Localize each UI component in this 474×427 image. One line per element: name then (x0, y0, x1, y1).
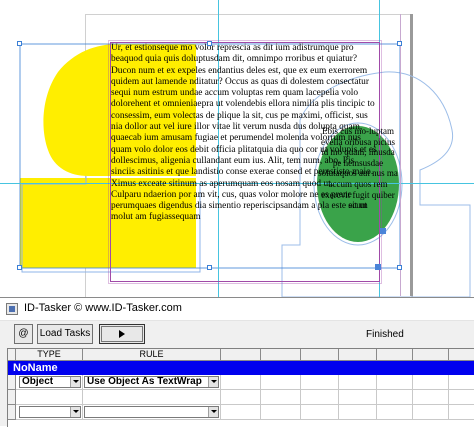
chevron-down-icon[interactable] (208, 377, 218, 387)
selection-handle[interactable] (397, 265, 402, 270)
table-cell[interactable] (221, 375, 261, 390)
chevron-down-icon[interactable] (70, 377, 80, 387)
column-header[interactable] (449, 349, 474, 361)
selection-handle[interactable] (207, 265, 212, 270)
column-header[interactable] (221, 349, 261, 361)
task-grid[interactable]: TYPE RULE NoName Object Use Object As Te… (7, 348, 474, 427)
chevron-down-icon[interactable] (208, 407, 218, 417)
row-header[interactable] (8, 375, 16, 390)
rule-dropdown[interactable] (84, 406, 219, 418)
table-cell[interactable] (449, 405, 474, 420)
table-cell[interactable] (339, 390, 377, 405)
column-header[interactable] (377, 349, 413, 361)
table-cell[interactable] (261, 405, 301, 420)
table-cell[interactable] (301, 390, 339, 405)
table-cell[interactable] (261, 390, 301, 405)
status-text: Finished (366, 329, 404, 340)
table-cell[interactable] (16, 405, 83, 420)
table-cell[interactable]: Object (16, 375, 83, 390)
app-icon (6, 303, 18, 315)
table-cell[interactable] (261, 375, 301, 390)
column-header-rule[interactable]: RULE (83, 349, 221, 361)
table-cell[interactable] (449, 375, 474, 390)
at-button[interactable]: @ (14, 324, 33, 344)
play-icon (119, 330, 125, 338)
group-row[interactable]: NoName (8, 361, 474, 375)
rule-value: Use Object As TextWrap (87, 376, 202, 387)
type-dropdown[interactable]: Object (19, 376, 81, 388)
id-tasker-panel: ID-Tasker © www.ID-Tasker.com @ Load Tas… (0, 297, 474, 427)
table-cell[interactable] (449, 390, 474, 405)
table-cell[interactable] (339, 375, 377, 390)
table-cell[interactable] (221, 390, 261, 405)
selection-handle[interactable] (397, 41, 402, 46)
table-cell[interactable] (413, 375, 449, 390)
row-header[interactable] (8, 390, 16, 405)
document-canvas[interactable]: Ur, et estionseque mo volor represcia as… (0, 0, 474, 297)
anchor-point[interactable] (380, 228, 386, 234)
table-cell[interactable] (16, 390, 83, 405)
rule-dropdown[interactable]: Use Object As TextWrap (84, 376, 219, 388)
margin-guide (400, 14, 401, 296)
selection-handle[interactable] (17, 41, 22, 46)
group-name: NoName (13, 362, 58, 374)
column-header[interactable] (339, 349, 377, 361)
column-header[interactable] (301, 349, 339, 361)
table-cell[interactable] (339, 405, 377, 420)
table-cell[interactable] (301, 405, 339, 420)
chevron-down-icon[interactable] (70, 407, 80, 417)
selection-handle[interactable] (17, 265, 22, 270)
ellipse-text[interactable]: Ebis cus mo-luptam evella oribusa picius… (318, 126, 398, 211)
table-cell[interactable] (221, 405, 261, 420)
table-cell[interactable]: Use Object As TextWrap (83, 375, 221, 390)
anchor-point[interactable] (375, 264, 381, 270)
table-cell[interactable] (83, 390, 221, 405)
row-header[interactable] (8, 405, 16, 420)
table-cell[interactable] (377, 390, 413, 405)
type-value: Object (22, 376, 54, 387)
table-cell[interactable] (413, 405, 449, 420)
run-button[interactable] (99, 324, 145, 344)
selection-handle[interactable] (207, 41, 212, 46)
column-header[interactable] (413, 349, 449, 361)
grid-corner (8, 349, 16, 361)
panel-title-bar[interactable]: ID-Tasker © www.ID-Tasker.com (0, 298, 474, 321)
panel-toolbar: @ Load Tasks Finished (0, 321, 474, 347)
ellipse-text-content: Ebis cus mo-luptam evella oribusa picius… (318, 126, 398, 211)
column-header-type[interactable]: TYPE (16, 349, 83, 361)
table-cell[interactable] (301, 375, 339, 390)
table-cell[interactable] (377, 405, 413, 420)
table-cell[interactable] (377, 375, 413, 390)
table-cell[interactable] (83, 405, 221, 420)
load-tasks-button[interactable]: Load Tasks (37, 324, 93, 344)
table-cell[interactable] (413, 390, 449, 405)
type-dropdown[interactable] (19, 406, 81, 418)
panel-title: ID-Tasker © www.ID-Tasker.com (24, 302, 182, 314)
column-header[interactable] (261, 349, 301, 361)
